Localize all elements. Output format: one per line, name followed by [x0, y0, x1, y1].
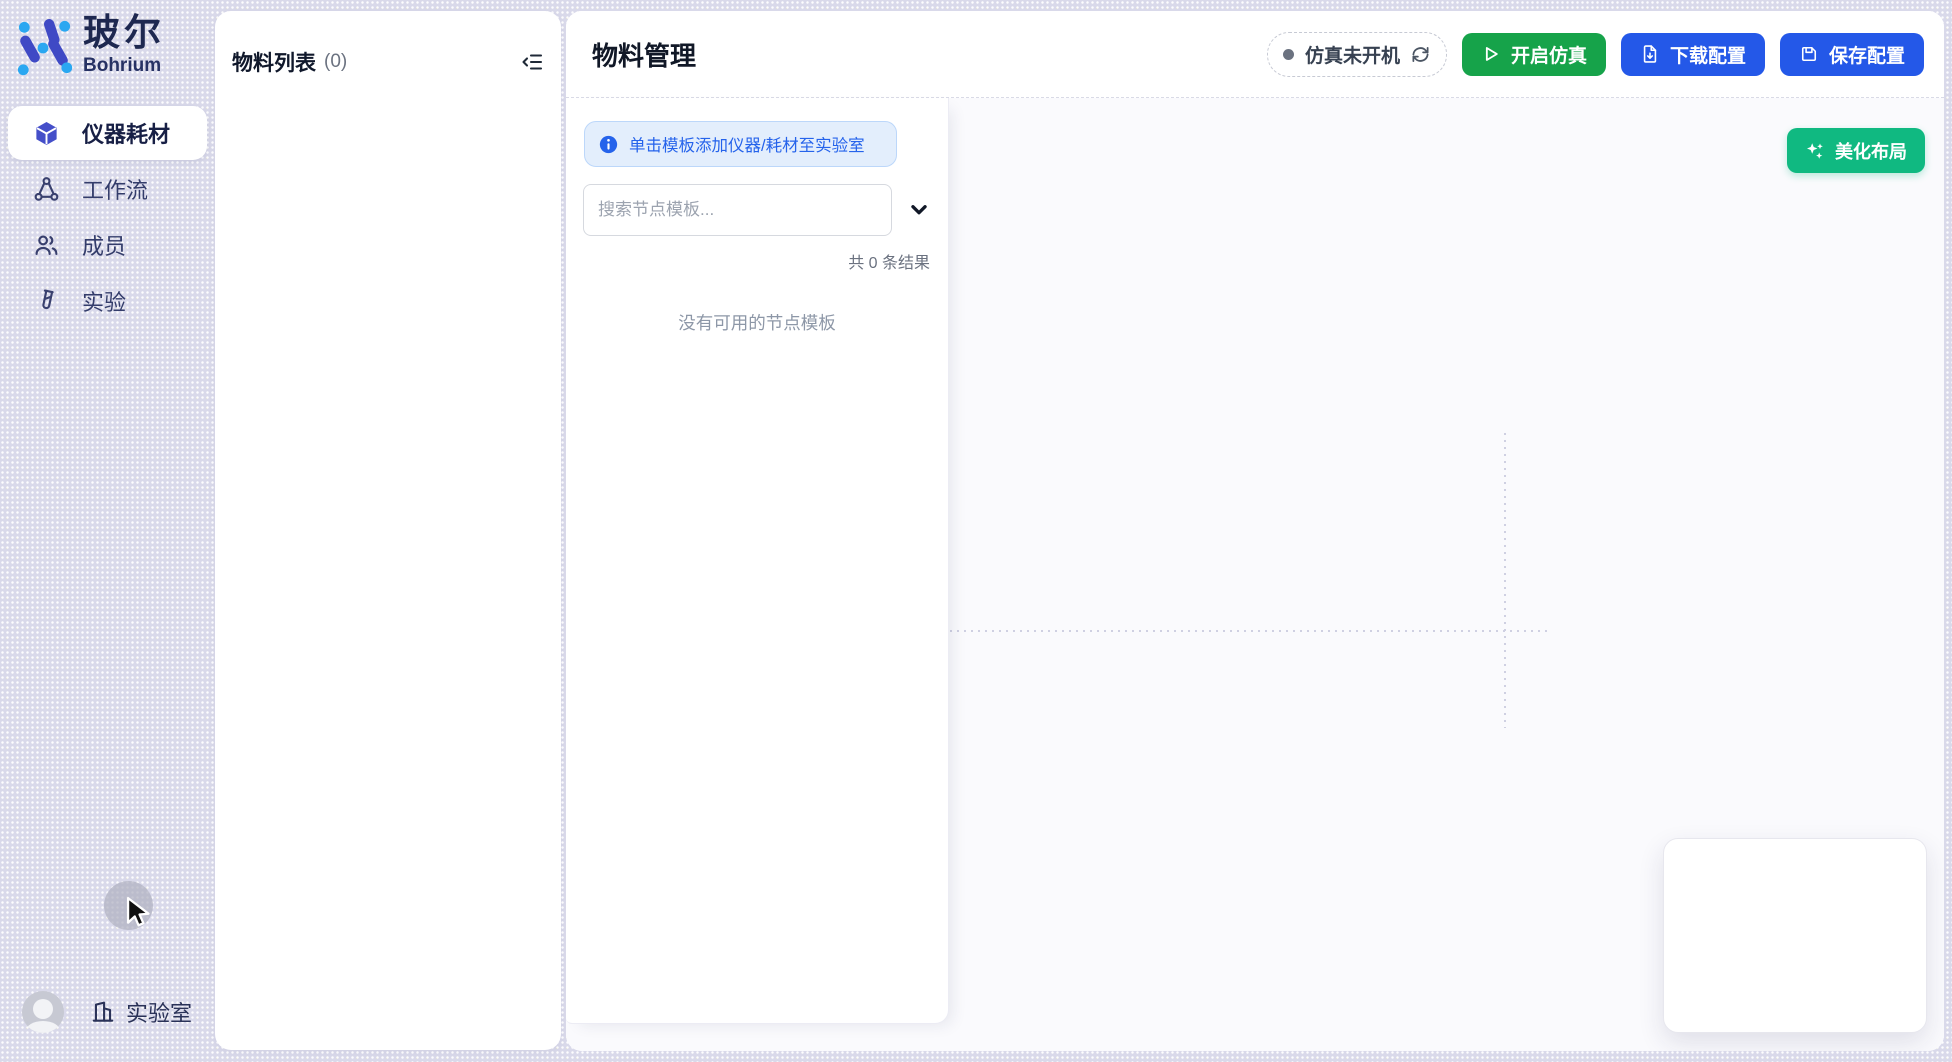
sidebar-item-instruments[interactable]: 仪器耗材: [8, 106, 207, 160]
flow-canvas[interactable]: 单击模板添加仪器/耗材至实验室 共 0 条结果 没有可用的节点模板 美化布局: [566, 98, 1944, 1051]
download-config-button[interactable]: 下载配置: [1621, 33, 1765, 76]
main-container: 物料管理 仿真未开机 开启仿真: [566, 11, 1944, 1051]
brand-name-en: Bohrium: [83, 55, 165, 77]
collapse-panel-icon[interactable]: [519, 49, 545, 75]
cube-icon: [32, 119, 60, 147]
mouse-cursor: [121, 895, 155, 929]
canvas-guide-vertical: [1504, 433, 1506, 728]
sidebar-item-label: 工作流: [82, 173, 148, 205]
download-config-label: 下载配置: [1670, 41, 1746, 68]
user-avatar[interactable]: [22, 991, 64, 1033]
sidebar-item-label: 成员: [82, 229, 126, 261]
chevron-down-icon[interactable]: [908, 199, 930, 221]
bohrium-logo-icon: [15, 18, 73, 76]
page-title: 物料管理: [592, 36, 696, 73]
sidebar-footer: 实验室: [0, 988, 215, 1036]
file-download-icon: [1640, 44, 1660, 64]
info-banner-text: 单击模板添加仪器/耗材至实验室: [629, 132, 865, 156]
status-dot-icon: [1283, 49, 1294, 60]
sidebar-nav: 仪器耗材 工作流 成员: [0, 104, 215, 330]
workflow-icon: [32, 175, 60, 203]
canvas-guide-horizontal: [950, 630, 1550, 632]
materials-list-title: 物料列表: [232, 47, 316, 77]
beautify-layout-label: 美化布局: [1835, 138, 1907, 164]
main-header: 物料管理 仿真未开机 开启仿真: [566, 11, 1944, 98]
materials-list-count: (0): [324, 51, 347, 73]
search-row: [583, 184, 931, 236]
building-icon: [90, 999, 116, 1025]
start-simulation-label: 开启仿真: [1511, 41, 1587, 68]
sidebar-item-workflow[interactable]: 工作流: [8, 162, 207, 216]
save-config-button[interactable]: 保存配置: [1780, 33, 1924, 76]
node-template-panel: 单击模板添加仪器/耗材至实验室 共 0 条结果 没有可用的节点模板: [566, 98, 949, 1024]
beautify-layout-button[interactable]: 美化布局: [1787, 128, 1925, 173]
sidebar-item-label: 实验: [82, 285, 126, 317]
sidebar: 玻尔 Bohrium 仪器耗材 工作流: [0, 0, 215, 1062]
empty-state-text: 没有可用的节点模板: [566, 310, 948, 335]
lab-switcher[interactable]: 实验室: [90, 996, 192, 1028]
sparkles-icon: [1805, 141, 1825, 161]
brand-logo: 玻尔 Bohrium: [15, 12, 165, 77]
sidebar-item-label: 仪器耗材: [82, 117, 170, 149]
canvas-minimap[interactable]: [1663, 838, 1927, 1033]
save-icon: [1799, 44, 1819, 64]
materials-list-panel: 物料列表 (0): [215, 11, 561, 1050]
sidebar-item-members[interactable]: 成员: [8, 218, 207, 272]
node-template-search-input[interactable]: [583, 184, 892, 236]
simulation-status-pill[interactable]: 仿真未开机: [1267, 32, 1447, 77]
start-simulation-button[interactable]: 开启仿真: [1462, 33, 1606, 76]
experiment-icon: [32, 287, 60, 315]
play-icon: [1481, 44, 1501, 64]
members-icon: [32, 231, 60, 259]
materials-list-header: 物料列表 (0): [215, 11, 561, 77]
save-config-label: 保存配置: [1829, 41, 1905, 68]
info-icon: [599, 135, 618, 154]
sidebar-item-experiments[interactable]: 实验: [8, 274, 207, 328]
simulation-status-label: 仿真未开机: [1305, 41, 1400, 68]
brand-name-cn: 玻尔: [83, 12, 165, 55]
lab-label: 实验室: [126, 996, 192, 1028]
results-count: 共 0 条结果: [566, 249, 930, 273]
header-actions: 仿真未开机 开启仿真 下载配: [1267, 32, 1924, 77]
info-banner: 单击模板添加仪器/耗材至实验室: [584, 121, 897, 167]
refresh-icon[interactable]: [1411, 45, 1430, 64]
